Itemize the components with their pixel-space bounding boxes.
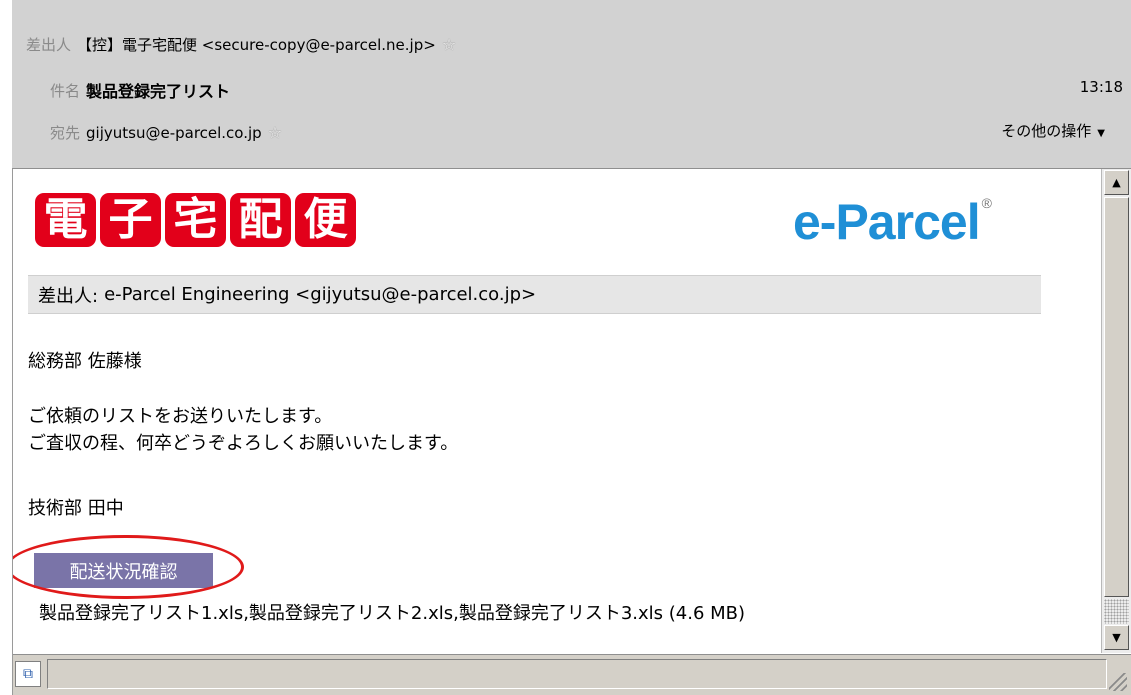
- star-outline-icon[interactable]: ☆: [268, 123, 282, 142]
- eparcel-logo: e-Parcel ®: [793, 193, 992, 251]
- logo-char: 電: [35, 193, 96, 247]
- body-line-1: ご依頼のリストをお送りいたします。: [28, 406, 333, 427]
- logo-char: 配: [230, 193, 291, 247]
- attachment-list[interactable]: 製品登録完了リスト1.xls,製品登録完了リスト2.xls,製品登録完了リスト3…: [39, 599, 745, 625]
- message-time: 13:18: [1079, 78, 1123, 96]
- to-row: 宛先 gijyutsu@e-parcel.co.jp ☆: [50, 122, 282, 143]
- registered-mark: ®: [981, 195, 992, 211]
- scroll-up-arrow-icon[interactable]: ▲: [1104, 170, 1129, 195]
- from-label: 差出人: [26, 36, 72, 54]
- recipient-line: 総務部 佐藤様: [28, 351, 142, 372]
- to-label: 宛先: [50, 124, 81, 142]
- dropdown-caret-icon: ▼: [1097, 128, 1105, 139]
- denshi-takuhaibin-logo: 電 子 宅 配 便: [35, 193, 356, 247]
- subject-value: 製品登録完了リスト: [86, 82, 231, 101]
- message-body: 電 子 宅 配 便 e-Parcel ® 差出人: e-Parcel Engine…: [13, 169, 1100, 653]
- subject-label: 件名: [50, 81, 81, 100]
- star-outline-icon[interactable]: ☆: [442, 35, 456, 54]
- more-actions-menu[interactable]: その他の操作 ▼: [1001, 120, 1105, 141]
- delivery-status-button[interactable]: 配送状況確認: [34, 553, 213, 588]
- from-value[interactable]: 【控】電子宅配便 <secure-copy@e-parcel.ne.jp>: [77, 34, 436, 55]
- sender-bar: 差出人: e-Parcel Engineering <gijyutsu@e-pa…: [28, 275, 1041, 314]
- more-actions-label: その他の操作: [1001, 122, 1092, 140]
- scroll-track[interactable]: [1104, 599, 1129, 624]
- subject-row: 件名 製品登録完了リスト: [50, 78, 230, 102]
- email-header: 差出人 【控】電子宅配便 <secure-copy@e-parcel.ne.jp…: [12, 0, 1131, 169]
- status-panel: [47, 659, 1107, 689]
- vertical-scrollbar[interactable]: ▲ ▼: [1101, 169, 1131, 653]
- from-row: 差出人 【控】電子宅配便 <secure-copy@e-parcel.ne.jp…: [26, 34, 456, 55]
- windows-icon[interactable]: ⧉: [15, 661, 41, 687]
- scroll-thumb[interactable]: [1104, 197, 1129, 597]
- brand-name: e-Parcel: [793, 194, 981, 250]
- signature-line: 技術部 田中: [28, 498, 124, 519]
- logo-char: 宅: [165, 193, 226, 247]
- to-value[interactable]: gijyutsu@e-parcel.co.jp: [86, 124, 262, 142]
- sender-label: 差出人:: [38, 285, 99, 307]
- logo-char: 便: [295, 193, 356, 247]
- status-bar: ⧉: [13, 654, 1131, 695]
- email-viewer-window: 差出人 【控】電子宅配便 <secure-copy@e-parcel.ne.jp…: [0, 0, 1131, 695]
- resize-grip-icon[interactable]: [1109, 673, 1127, 691]
- sender-value: e-Parcel Engineering <gijyutsu@e-parcel.…: [104, 284, 537, 305]
- body-line-2: ご査収の程、何卒どうぞよろしくお願いいたします。: [28, 433, 459, 454]
- scroll-down-arrow-icon[interactable]: ▼: [1104, 625, 1129, 650]
- logo-char: 子: [100, 193, 161, 247]
